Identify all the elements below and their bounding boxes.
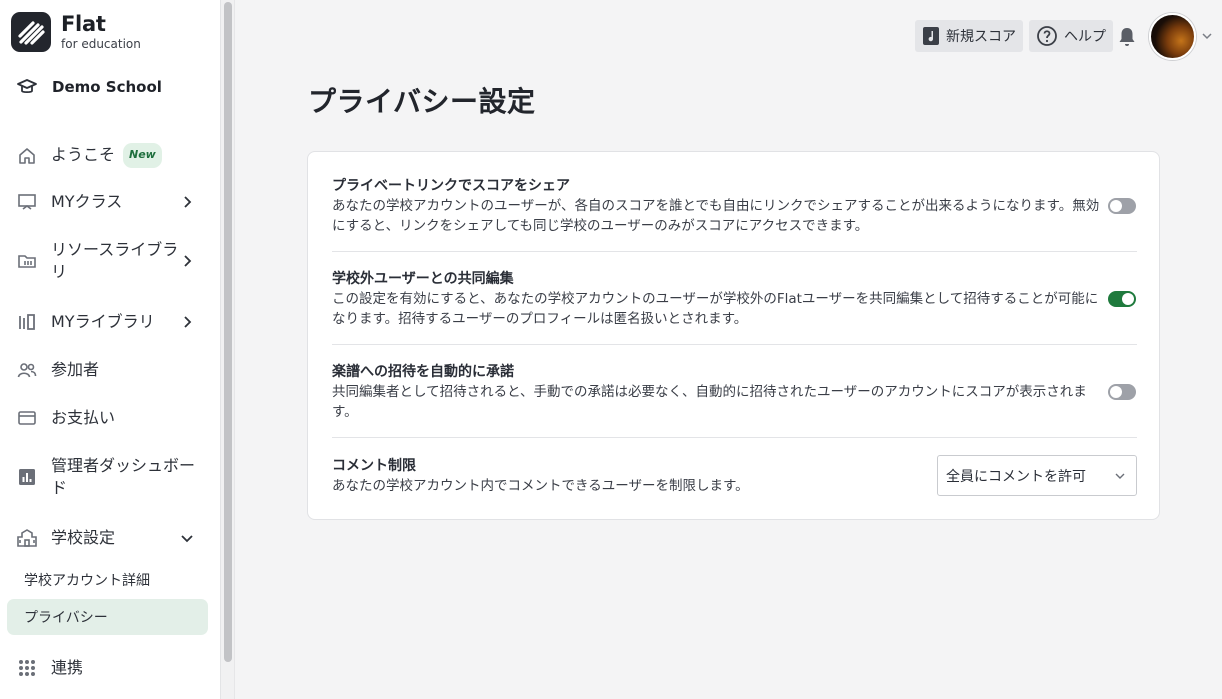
school-name: Demo School bbox=[52, 78, 162, 96]
private-link-toggle[interactable] bbox=[1108, 198, 1136, 214]
divider bbox=[332, 437, 1137, 438]
divider bbox=[332, 344, 1137, 345]
sidebar-item-admin-dashboard[interactable]: 管理者ダッシュボード bbox=[0, 455, 221, 499]
sidebar-item-resource-library[interactable]: リソースライブラリ bbox=[0, 239, 221, 283]
help-question-icon bbox=[1037, 26, 1057, 46]
chevron-right-icon bbox=[184, 255, 192, 267]
class-board-icon bbox=[16, 191, 38, 213]
setting-title: 学校外ユーザーとの共同編集 bbox=[332, 271, 514, 287]
brand-name: Flat bbox=[61, 12, 106, 36]
toggle-knob bbox=[1122, 293, 1134, 305]
toggle-knob bbox=[1110, 386, 1122, 398]
chevron-down-icon[interactable] bbox=[1201, 30, 1213, 42]
sidebar-item-label: お支払い bbox=[51, 408, 116, 427]
setting-auto-accept-invites: 楽譜への招待を自動的に承諾 共同編集者として招待されると、手動での承諾は必要なく… bbox=[332, 362, 1137, 422]
brand[interactable]: Flat for education bbox=[11, 12, 141, 52]
sidebar-item-integrations[interactable]: 連携 bbox=[0, 657, 221, 679]
sidebar-item-label: MYライブラリ bbox=[51, 312, 155, 331]
new-score-label: 新規スコア bbox=[946, 29, 1016, 45]
sidebar-item-label: リソースライブラリ bbox=[51, 240, 179, 281]
grid-dots-icon bbox=[16, 657, 38, 679]
home-icon bbox=[16, 145, 38, 167]
setting-description: この設定を有効にすると、あなたの学校アカウントのユーザーが学校外のFlatユーザ… bbox=[332, 291, 1099, 327]
sidebar-item-label: 連携 bbox=[51, 658, 84, 677]
setting-description: あなたの学校アカウント内でコメントできるユーザーを制限します。 bbox=[332, 478, 749, 494]
chevron-right-icon bbox=[184, 316, 192, 328]
music-note-icon bbox=[923, 27, 939, 45]
school-selector[interactable]: Demo School bbox=[16, 76, 162, 98]
bar-chart-icon bbox=[16, 466, 38, 488]
setting-title: プライベートリンクでスコアをシェア bbox=[332, 178, 570, 194]
flat-logo-icon bbox=[11, 12, 51, 52]
sidebar-item-participants[interactable]: 参加者 bbox=[0, 359, 221, 381]
avatar[interactable] bbox=[1149, 13, 1196, 60]
new-badge: New bbox=[123, 143, 162, 168]
help-label: ヘルプ bbox=[1064, 29, 1106, 45]
app-root: Flat for education Demo School ようこそ New bbox=[0, 0, 1222, 699]
toggle-knob bbox=[1110, 200, 1122, 212]
sidebar-item-welcome[interactable]: ようこそ New bbox=[0, 143, 221, 168]
sidebar-item-payment[interactable]: お支払い bbox=[0, 407, 221, 429]
auto-accept-toggle[interactable] bbox=[1108, 384, 1136, 400]
people-icon bbox=[16, 359, 38, 381]
sidebar-subitem-privacy-label: プライバシー bbox=[24, 610, 108, 626]
sidebar-item-label: MYクラス bbox=[51, 192, 123, 211]
sidebar-item-my-class[interactable]: MYクラス bbox=[0, 191, 221, 213]
brand-subtitle: for education bbox=[61, 37, 141, 51]
privacy-settings-card: プライベートリンクでスコアをシェア あなたの学校アカウントのユーザーが、各自のス… bbox=[307, 151, 1160, 520]
folder-books-icon bbox=[16, 250, 38, 272]
setting-title: 楽譜への招待を自動的に承諾 bbox=[332, 364, 514, 380]
sidebar-subitem-school-account-details[interactable]: 学校アカウント詳細 bbox=[24, 570, 150, 590]
divider bbox=[332, 251, 1137, 252]
credit-card-icon bbox=[16, 407, 38, 429]
school-building-icon bbox=[16, 527, 38, 549]
graduation-cap-icon bbox=[16, 76, 38, 98]
page-title: プライバシー設定 bbox=[308, 85, 536, 118]
sidebar-item-label: 学校設定 bbox=[51, 528, 116, 547]
sidebar-item-school-settings[interactable]: 学校設定 bbox=[0, 527, 221, 549]
scrollbar-thumb[interactable] bbox=[224, 2, 232, 662]
chevron-down-icon bbox=[181, 535, 193, 543]
sidebar-item-label: ようこそ bbox=[51, 145, 116, 164]
sidebar: Flat for education Demo School ようこそ New bbox=[0, 0, 221, 699]
sidebar-item-my-library[interactable]: MYライブラリ bbox=[0, 311, 221, 333]
library-icon bbox=[16, 311, 38, 333]
bell-icon[interactable] bbox=[1117, 26, 1137, 48]
setting-external-collaboration: 学校外ユーザーとの共同編集 この設定を有効にすると、あなたの学校アカウントのユー… bbox=[332, 269, 1137, 329]
external-collaboration-toggle[interactable] bbox=[1108, 291, 1136, 307]
help-button[interactable]: ヘルプ bbox=[1029, 20, 1113, 52]
select-value: 全員にコメントを許可 bbox=[946, 468, 1086, 485]
sidebar-item-label: 管理者ダッシュボード bbox=[51, 456, 196, 497]
setting-description: 共同編集者として招待されると、手動での承諾は必要なく、自動的に招待されたユーザー… bbox=[332, 384, 1087, 420]
chevron-right-icon bbox=[184, 196, 192, 208]
setting-private-link-share: プライベートリンクでスコアをシェア あなたの学校アカウントのユーザーが、各自のス… bbox=[332, 176, 1137, 236]
sidebar-scrollbar[interactable] bbox=[221, 0, 235, 699]
new-score-button[interactable]: 新規スコア bbox=[915, 20, 1023, 52]
sidebar-item-label: 参加者 bbox=[51, 360, 100, 379]
chevron-down-icon bbox=[1115, 473, 1125, 479]
setting-description: あなたの学校アカウントのユーザーが、各自のスコアを誰とでも自由にリンクでシェアす… bbox=[332, 198, 1100, 234]
comment-restriction-select[interactable]: 全員にコメントを許可 bbox=[937, 455, 1137, 496]
